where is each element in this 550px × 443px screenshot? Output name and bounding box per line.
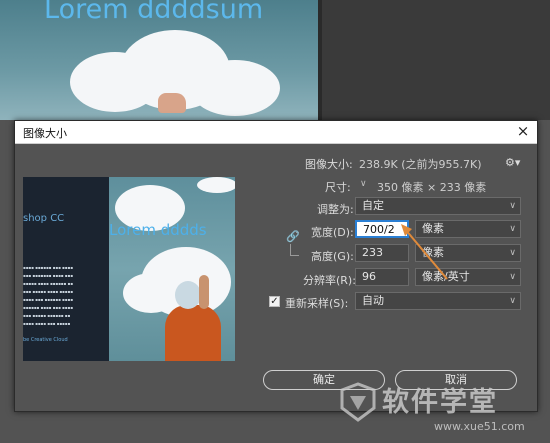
chevron-down-icon: ∨: [509, 296, 516, 306]
preview-left-text: shop CC: [23, 213, 65, 224]
person-shape: [165, 305, 221, 361]
hand-shape: [158, 93, 186, 113]
dialog-title: 图像大小: [23, 127, 67, 140]
chevron-down-icon: ∨: [509, 272, 516, 282]
close-button[interactable]: ×: [513, 122, 533, 142]
document-title-text: Lorem ddddsum: [44, 0, 264, 25]
link-icon[interactable]: 🔗: [286, 230, 300, 244]
preview-credits-line: ▪▪▪ ▪▪▪▪▪ ▪▪▪▪▪▪ ▪▪: [23, 313, 71, 318]
image-size-label: 图像大小:: [305, 158, 353, 171]
width-label: 宽度(D):: [311, 226, 354, 239]
watermark-logo-icon: [340, 382, 376, 422]
resample-label: 重新采样(S):: [285, 297, 349, 310]
dimensions-label: 尺寸:: [325, 181, 351, 194]
preview-credits-line: ▪▪▪▪▪▪ ▪▪▪▪ ▪▪▪ ▪▪▪▪: [23, 305, 73, 310]
resample-checkbox[interactable]: ✓: [269, 296, 280, 307]
cloud-shape: [190, 60, 280, 116]
chevron-down-icon[interactable]: ∨: [360, 179, 367, 189]
preview-credits-line: ▪▪▪▪ ▪▪▪▪ ▪▪▪ ▪▪▪▪▪: [23, 321, 71, 326]
gear-icon[interactable]: ⚙▾: [505, 156, 520, 169]
preview-footer-text: be Creative Cloud: [23, 337, 68, 343]
cloud-shape: [123, 273, 179, 313]
workspace-panel: [322, 0, 550, 120]
resolution-label: 分辨率(R):: [303, 274, 356, 287]
fit-to-value: 自定: [362, 199, 384, 212]
watermark: 软件学堂 www.xue51.com: [338, 378, 550, 443]
fit-to-select[interactable]: 自定 ∨: [355, 197, 521, 215]
preview-credits-line: ▪▪▪▪ ▪▪▪▪▪▪ ▪▪▪ ▪▪▪▪: [23, 265, 73, 270]
dialog-titlebar[interactable]: 图像大小 ×: [15, 121, 537, 144]
preview-credits-line: ▪▪▪▪ ▪▪▪ ▪▪▪▪▪▪ ▪▪▪▪: [23, 297, 73, 302]
watermark-text: 软件学堂: [382, 387, 498, 418]
height-label: 高度(G):: [311, 250, 354, 263]
watermark-url: www.xue51.com: [434, 420, 525, 433]
document-canvas: Lorem ddddsum: [0, 0, 322, 120]
resample-value: 自动: [362, 294, 384, 307]
preview-credits-line: ▪▪▪▪▪ ▪▪▪▪ ▪▪▪▪▪▪ ▪▪: [23, 281, 73, 286]
image-size-dialog: 图像大小 × Lorem dddds shop CC ▪▪▪▪ ▪▪▪▪▪▪ ▪…: [14, 120, 538, 412]
chevron-down-icon: ∨: [509, 224, 516, 234]
fit-to-label: 调整为:: [317, 203, 354, 216]
preview-credits-line: ▪▪▪ ▪▪▪▪▪ ▪▪▪▪ ▪▪▪▪▪: [23, 289, 73, 294]
preview-left-panel: shop CC ▪▪▪▪ ▪▪▪▪▪▪ ▪▪▪ ▪▪▪▪ ▪▪▪ ▪▪▪▪▪▪▪…: [23, 177, 109, 361]
image-size-value: 238.9K (之前为955.7K): [359, 158, 482, 171]
dimensions-value: 350 像素 × 233 像素: [377, 181, 487, 194]
person-head-shape: [175, 281, 201, 309]
image-preview[interactable]: Lorem dddds shop CC ▪▪▪▪ ▪▪▪▪▪▪ ▪▪▪ ▪▪▪▪…: [23, 177, 235, 361]
cloud-shape: [197, 177, 235, 193]
chevron-down-icon: ∨: [509, 201, 516, 211]
preview-title-text: Lorem dddds: [109, 221, 207, 239]
person-arm-shape: [199, 275, 209, 309]
chevron-down-icon: ∨: [509, 248, 516, 258]
preview-credits-line: ▪▪▪ ▪▪▪▪▪▪▪ ▪▪▪▪ ▪▪▪: [23, 273, 73, 278]
resample-select[interactable]: 自动 ∨: [355, 292, 521, 310]
annotation-arrow-icon: [401, 224, 448, 280]
